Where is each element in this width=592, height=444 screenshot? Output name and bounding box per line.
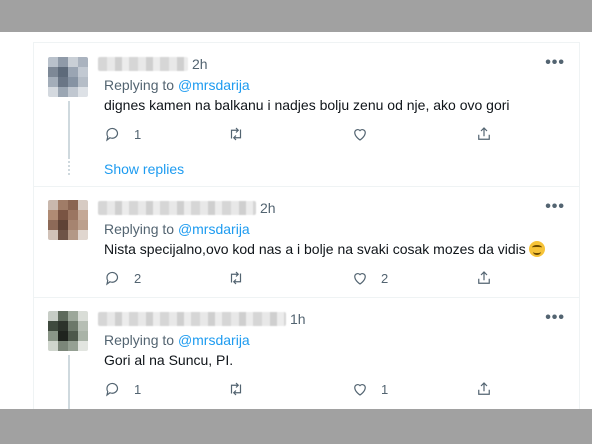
retweet-icon [230,127,242,141]
tweet-time[interactable]: 2h [260,200,276,216]
tweet-actions: 1 [104,125,504,145]
more-icon[interactable]: ••• [545,309,565,327]
replying-handle-link[interactable]: @mrsdarija [178,221,250,237]
reply-count: 1 [134,126,142,142]
reply-feed: 2h ••• Replying to @mrsdarija dignes kam… [33,42,580,409]
reply-icon [106,271,119,286]
thread-dots [68,161,70,175]
reply-icon [106,127,119,142]
replying-handle-link[interactable]: @mrsdarija [178,332,250,348]
smiling-face-emoji-icon [528,241,545,257]
more-icon[interactable]: ••• [545,54,565,72]
replying-to: Replying to @mrsdarija [104,221,250,237]
show-replies-link[interactable]: Show replies [104,161,184,177]
like-button[interactable]: 2 [351,269,388,287]
tweet-1[interactable]: 2h ••• Replying to @mrsdarija dignes kam… [34,42,579,187]
avatar[interactable] [48,200,88,240]
tweet-text: dignes kamen na balkanu i nadjes bolju z… [104,97,510,113]
reply-icon [106,382,119,397]
reply-button[interactable]: 1 [104,380,141,398]
replying-label: Replying to [104,221,178,237]
replying-handle-link[interactable]: @mrsdarija [178,77,250,93]
retweet-button[interactable] [227,269,257,287]
retweet-button[interactable] [227,380,257,398]
like-count: 2 [381,270,389,286]
thread-line [68,101,70,159]
replying-label: Replying to [104,77,178,93]
thread-line [68,355,70,409]
blurred-username[interactable] [98,312,286,326]
heart-icon [354,273,366,285]
blurred-username[interactable] [98,57,188,71]
reply-count: 2 [134,270,142,286]
top-overlay-bar [0,0,592,32]
retweet-icon [230,382,242,396]
tweet-text-body: Nista specijalno,ovo kod nas a i bolje n… [104,241,526,257]
like-button[interactable] [351,125,381,143]
reply-button[interactable]: 1 [104,125,141,143]
tweet-time[interactable]: 1h [290,311,306,327]
replying-to: Replying to @mrsdarija [104,77,250,93]
retweet-icon [230,271,242,285]
avatar[interactable] [48,57,88,97]
share-icon [478,271,490,284]
share-button[interactable] [475,380,493,398]
replying-to: Replying to @mrsdarija [104,332,250,348]
avatar[interactable] [48,311,88,351]
share-icon [478,382,490,395]
reply-count: 1 [134,381,142,397]
tweet-text: Gori al na Suncu, PI. [104,352,234,368]
share-button[interactable] [475,125,493,143]
tweet-actions: 2 2 [104,269,504,289]
heart-icon [354,384,366,396]
tweet-2[interactable]: 2h ••• Replying to @mrsdarija Nista spec… [34,186,579,298]
reply-button[interactable]: 2 [104,269,141,287]
heart-icon [354,129,366,141]
like-count: 1 [381,381,389,397]
tweet-text: Nista specijalno,ovo kod nas a i bolje n… [104,241,545,257]
replying-label: Replying to [104,332,178,348]
blurred-username[interactable] [98,201,256,215]
tweet-time[interactable]: 2h [192,56,208,72]
like-button[interactable]: 1 [351,380,388,398]
tweet-3[interactable]: 1h ••• Replying to @mrsdarija Gori al na… [34,297,579,409]
retweet-button[interactable] [227,125,257,143]
more-icon[interactable]: ••• [545,198,565,216]
tweet-actions: 1 1 [104,380,504,400]
bottom-overlay-bar [0,409,592,444]
share-button[interactable] [475,269,493,287]
share-icon [478,127,490,140]
